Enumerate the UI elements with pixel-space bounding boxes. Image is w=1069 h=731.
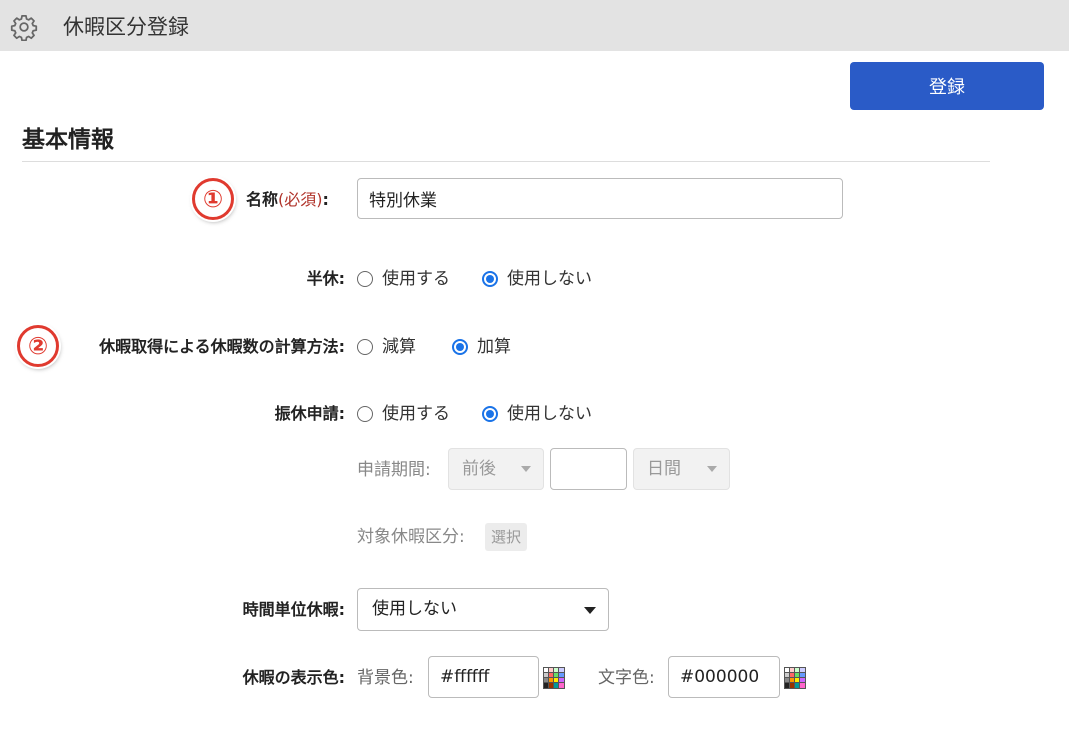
radio-unchecked[interactable] xyxy=(357,339,373,355)
half-day-option-not-use[interactable]: 使用しない xyxy=(482,268,592,290)
chevron-down-icon xyxy=(521,466,531,472)
substitute-option-not-use[interactable]: 使用しない xyxy=(482,403,592,425)
calc-method-option-add[interactable]: 加算 xyxy=(452,336,511,358)
name-input[interactable] xyxy=(357,178,843,219)
substitute-option-use[interactable]: 使用する xyxy=(357,403,450,425)
half-day-option-not-use-label: 使用しない xyxy=(507,269,592,289)
required-tag: (必須) xyxy=(278,190,323,209)
radio-unchecked[interactable] xyxy=(357,271,373,287)
hourly-leave-label: 時間単位休暇: xyxy=(242,600,345,619)
page-title: 休暇区分登録 xyxy=(63,15,189,39)
radio-checked[interactable] xyxy=(452,339,468,355)
bg-color-label: 背景色: xyxy=(357,668,414,688)
section-divider xyxy=(22,161,990,162)
text-color-input[interactable] xyxy=(668,656,780,698)
substitute-option-not-use-label: 使用しない xyxy=(507,404,592,424)
half-day-option-use[interactable]: 使用する xyxy=(357,268,450,290)
name-label: 名称(必須): xyxy=(246,189,329,211)
radio-unchecked[interactable] xyxy=(357,406,373,422)
title-bar: 休暇区分登録 xyxy=(0,0,1069,51)
calc-method-option-add-label: 加算 xyxy=(477,337,511,357)
period-unit-select[interactable]: 日間 xyxy=(633,448,730,490)
radio-checked[interactable] xyxy=(482,271,498,287)
target-category-label: 対象休暇区分: xyxy=(357,527,465,547)
section-title: 基本情報 xyxy=(22,127,114,153)
period-unit-value: 日間 xyxy=(647,459,681,479)
calc-method-label: 休暇取得による休暇数の計算方法: xyxy=(99,337,345,356)
color-palette-icon[interactable] xyxy=(543,667,565,689)
caret-down-icon xyxy=(584,607,596,614)
period-label: 申請期間: xyxy=(357,460,431,480)
bg-color-input[interactable] xyxy=(428,656,539,698)
select-button[interactable]: 選択 xyxy=(485,523,528,551)
chevron-down-icon xyxy=(707,466,717,472)
display-color-label: 休暇の表示色: xyxy=(242,668,345,687)
substitute-option-use-label: 使用する xyxy=(382,404,450,424)
annotation-marker-2: ② xyxy=(17,325,59,367)
annotation-marker-1: ① xyxy=(192,178,234,220)
hourly-leave-value: 使用しない xyxy=(372,599,457,619)
substitute-label: 振休申請: xyxy=(274,404,345,423)
calc-method-option-subtract[interactable]: 減算 xyxy=(357,336,416,358)
period-direction-select[interactable]: 前後 xyxy=(448,448,544,490)
name-label-colon: : xyxy=(322,190,329,209)
name-label-text: 名称 xyxy=(246,190,279,209)
hourly-leave-select[interactable]: 使用しない xyxy=(357,588,609,631)
gear-icon[interactable] xyxy=(10,13,38,41)
color-palette-icon[interactable] xyxy=(784,667,806,689)
half-day-label: 半休: xyxy=(306,269,345,288)
period-direction-value: 前後 xyxy=(462,459,496,479)
period-value-input[interactable] xyxy=(550,448,627,490)
radio-checked[interactable] xyxy=(482,406,498,422)
register-button[interactable]: 登録 xyxy=(850,62,1044,110)
half-day-option-use-label: 使用する xyxy=(382,269,450,289)
calc-method-option-subtract-label: 減算 xyxy=(382,337,416,357)
text-color-label: 文字色: xyxy=(598,668,655,688)
